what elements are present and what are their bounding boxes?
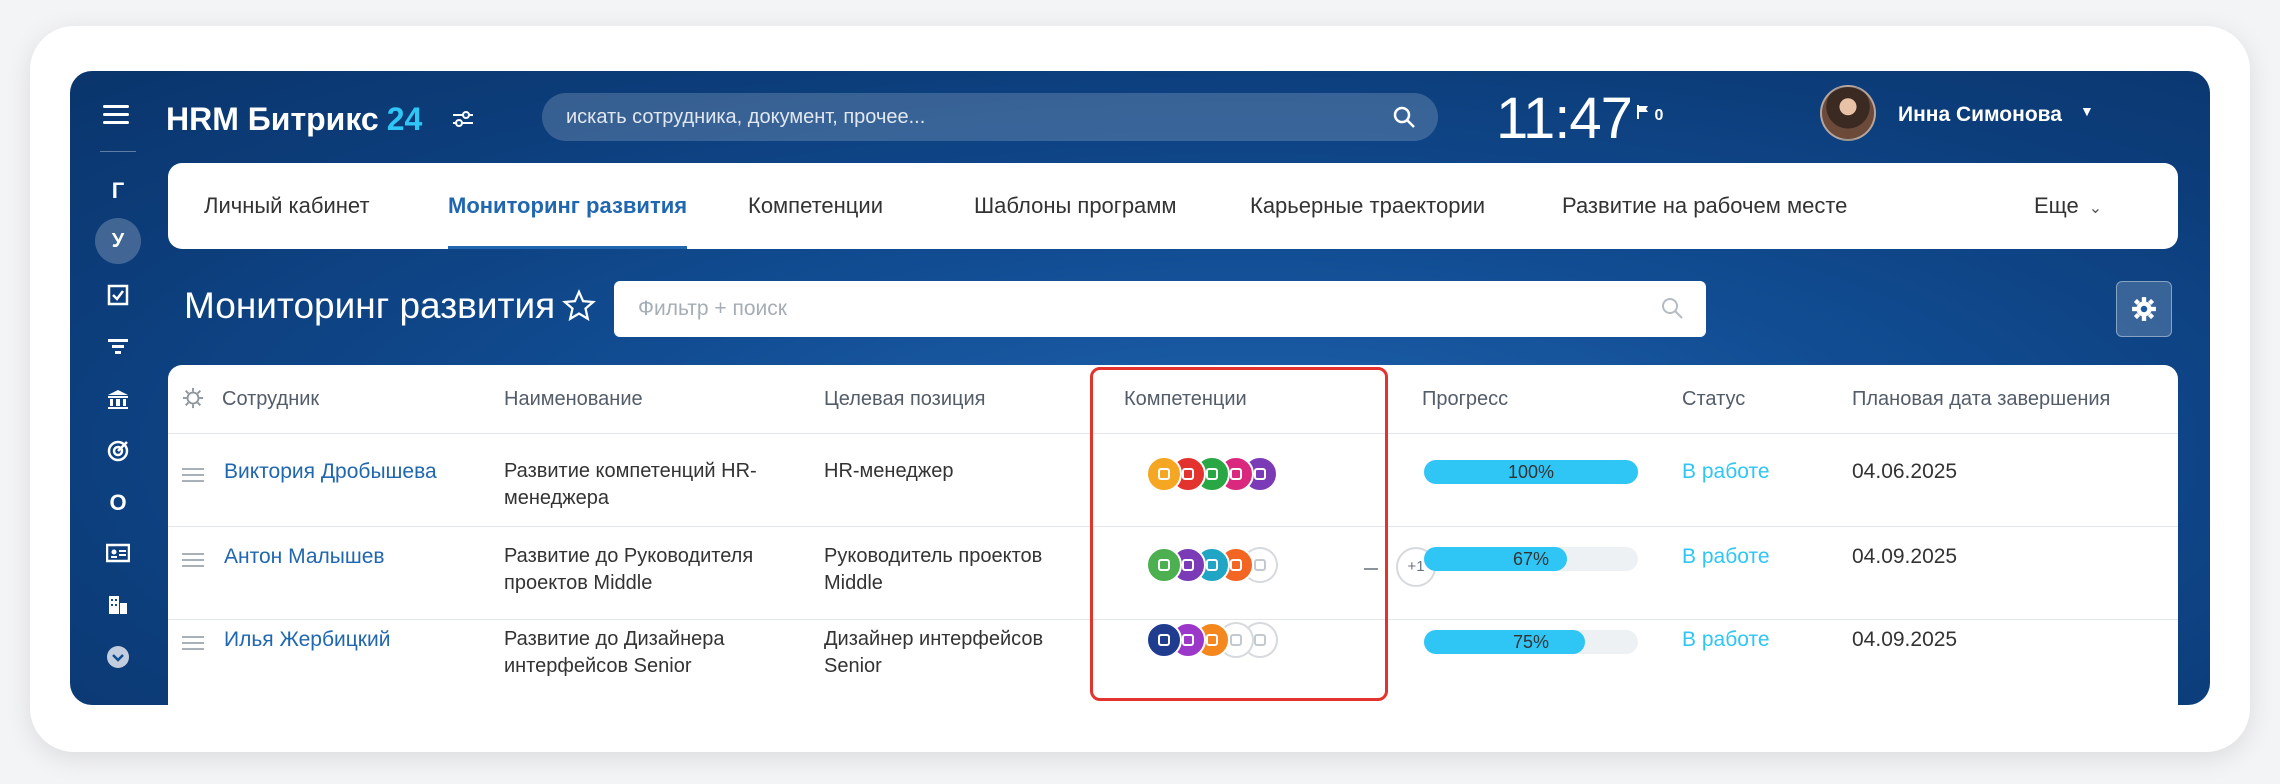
progress-label: 100% (1507, 462, 1555, 482)
rail-divider (100, 151, 136, 152)
id-card-icon[interactable] (94, 531, 142, 575)
chevron-down-icon: ⌄ (2088, 200, 2103, 217)
target-position-line: Дизайнер интерфейсов (824, 628, 1044, 650)
program-name: Развитие до Дизайнера интерфейсов Senior (504, 626, 725, 680)
target-icon[interactable] (94, 429, 142, 473)
tab-bar: Личный кабинет Мониторинг развития Компе… (168, 163, 2178, 249)
global-search (542, 93, 1438, 141)
notifications[interactable]: 0 (1636, 104, 1663, 125)
column-header-planned-date[interactable]: Плановая дата завершения (1852, 365, 2110, 433)
logo-number: 24 (386, 101, 423, 137)
logo-text: HRM Битрикс (166, 101, 379, 137)
avatar[interactable] (1820, 85, 1876, 141)
target-position-line: HR-менеджер (824, 460, 954, 482)
chevron-down-icon[interactable] (94, 635, 142, 679)
column-header-target-position[interactable]: Целевая позиция (824, 365, 985, 433)
target-position-line: Senior (824, 655, 882, 677)
progress-label: 75% (1512, 632, 1550, 652)
target-position: Руководитель проектов Middle (824, 543, 1042, 597)
settings-button[interactable] (2116, 281, 2172, 337)
planned-date: 04.06.2025 (1852, 460, 1958, 483)
tab-career-paths[interactable]: Карьерные траектории (1250, 163, 1485, 249)
target-position: Дизайнер интерфейсов Senior (824, 626, 1043, 680)
gear-icon (2132, 297, 2156, 321)
caret-down-icon[interactable]: ▼ (2080, 103, 2094, 119)
tab-workplace-development[interactable]: Развитие на рабочем месте (1562, 163, 1847, 249)
tab-competencies[interactable]: Компетенции (748, 163, 883, 249)
status-link[interactable]: В работе (1682, 543, 1770, 570)
competency-icon[interactable] (1146, 547, 1182, 583)
employee-link[interactable]: Антон Малышев (224, 543, 385, 570)
rail-item-label: Г (111, 178, 125, 203)
planned-date: 04.09.2025 (1852, 545, 1958, 568)
progress-label: 67% (1512, 549, 1550, 569)
column-header-employee[interactable]: Сотрудник (222, 365, 319, 433)
target-position-line: Руководитель проектов (824, 545, 1043, 567)
rail-item-label: О (109, 490, 127, 515)
rail-item-g[interactable]: Г (94, 169, 142, 213)
planned-date: 04.09.2025 (1852, 628, 1958, 651)
target-position: HR-менеджер (824, 458, 953, 485)
global-search-input[interactable] (566, 93, 1366, 141)
program-name: Развитие до Руководителя проектов Middle (504, 543, 753, 597)
rail-item-bubble: У (95, 218, 141, 264)
column-header-name[interactable]: Наименование (504, 365, 643, 433)
page-title: Мониторинг развития (184, 285, 556, 326)
rail-item-u[interactable]: У (94, 218, 142, 264)
search-icon[interactable] (1660, 296, 1684, 320)
tab-program-templates[interactable]: Шаблоны программ (974, 163, 1177, 249)
search-icon[interactable] (1392, 105, 1416, 129)
filter-search-input[interactable] (638, 281, 1598, 337)
progress-bar: 100% (1424, 460, 1638, 484)
checkbox-icon[interactable] (94, 273, 142, 317)
progress-bar: 75% (1424, 630, 1638, 654)
bank-icon[interactable] (94, 377, 142, 421)
progress-bar: 67% (1424, 547, 1638, 571)
employee-link[interactable]: Илья Жербицкий (224, 626, 390, 653)
program-name-line: интерфейсов Senior (504, 655, 692, 677)
flag-icon (1637, 105, 1648, 119)
rail-item-label: У (111, 229, 125, 252)
drag-handle-icon[interactable] (182, 636, 204, 650)
target-position-line: Middle (824, 572, 883, 594)
notification-count: 0 (1654, 107, 1664, 124)
app-logo[interactable]: HRM Битрикс 24 (166, 101, 422, 138)
sliders-icon[interactable] (452, 109, 476, 131)
status-link[interactable]: В работе (1682, 458, 1770, 485)
drag-handle-icon[interactable] (182, 553, 204, 567)
program-name-line: Развитие до Руководителя (504, 545, 754, 567)
tab-more[interactable]: Еще ⌄ (2034, 163, 2102, 249)
competency-icon[interactable] (1146, 456, 1182, 492)
left-rail: Г У О (70, 71, 166, 705)
filter-search (614, 281, 1706, 337)
column-header-status[interactable]: Статус (1682, 365, 1745, 433)
clock[interactable]: 11:47 (1496, 85, 1633, 152)
drag-handle-icon[interactable] (182, 468, 204, 482)
program-name: Развитие компетенций HR- менеджера (504, 458, 757, 512)
tab-development-monitoring[interactable]: Мониторинг развития (448, 163, 688, 249)
building-icon[interactable] (94, 583, 142, 627)
competency-icon[interactable] (1146, 622, 1182, 658)
status-link[interactable]: В работе (1682, 626, 1770, 653)
tab-personal-cabinet[interactable]: Личный кабинет (204, 163, 370, 249)
program-name-line: менеджера (504, 487, 610, 509)
program-name-line: проектов Middle (504, 572, 653, 594)
menu-icon[interactable] (103, 105, 129, 125)
funnel-icon[interactable] (94, 325, 142, 369)
rail-item-o[interactable]: О (94, 481, 142, 525)
program-name-line: Развитие компетенций HR- (504, 460, 757, 482)
gear-icon[interactable] (182, 387, 204, 409)
tab-more-label: Еще (2034, 193, 2079, 218)
employee-link[interactable]: Виктория Дробышева (224, 458, 437, 485)
program-name-line: Развитие до Дизайнера (504, 628, 725, 650)
column-header-progress[interactable]: Прогресс (1422, 365, 1508, 433)
star-icon[interactable] (562, 289, 596, 323)
user-name[interactable]: Инна Симонова (1898, 103, 2062, 127)
